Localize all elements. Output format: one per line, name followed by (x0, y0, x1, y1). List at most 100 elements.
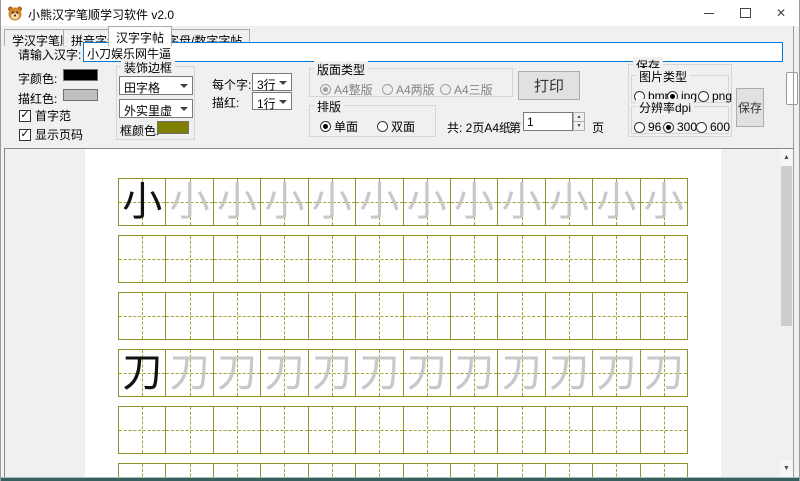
grid-cell (404, 293, 451, 339)
grid-cell (261, 407, 308, 453)
print-button[interactable]: 打印 (518, 71, 580, 100)
page-number-input[interactable]: 1 (523, 112, 573, 131)
frame-color-swatch[interactable] (157, 121, 189, 134)
grid-style-value: 田字格 (124, 81, 160, 95)
grid-cell: 小 (261, 179, 308, 225)
show-page-checkbox[interactable]: ✓ (19, 129, 31, 141)
app-bear-icon (7, 5, 23, 21)
grid-cell (309, 464, 356, 477)
vertical-scrollbar[interactable]: ▲ ▼ (780, 149, 793, 477)
scroll-up-icon: ▲ (783, 154, 790, 161)
radio-a4-three[interactable]: A4三版 (440, 81, 493, 98)
trace-character: 小 (309, 179, 355, 225)
scrollbar-thumb[interactable] (781, 166, 792, 326)
maximize-icon (740, 8, 751, 18)
maximize-button[interactable] (727, 0, 763, 26)
grid-cell (309, 236, 356, 282)
line-style-combobox[interactable]: 外实里虚 (119, 99, 193, 118)
show-page-checkbox-row[interactable]: ✓ 显示页码 (19, 126, 83, 143)
grid-cell: 刀 (261, 350, 308, 396)
line-style-value: 外实里虚 (124, 104, 172, 118)
grid-cell (214, 293, 261, 339)
check-icon: ✓ (20, 110, 29, 121)
grid-cell: 刀 (404, 350, 451, 396)
hanzi-input[interactable]: 小刀娱乐网牛逼 (83, 42, 783, 62)
worksheet-viewport: 小小小小小小小小小小小小刀刀刀刀刀刀刀刀刀刀刀刀 (4, 148, 794, 477)
grid-cell (546, 407, 593, 453)
radio-a4-two[interactable]: A4两版 (382, 81, 435, 98)
trace-character: 小 (593, 179, 639, 225)
page-number-stepper[interactable]: ▲ ▼ (573, 112, 585, 131)
grid-cell (214, 464, 261, 477)
grid-cell: 小 (214, 179, 261, 225)
frame-color-label: 框颜色: (120, 122, 159, 139)
trace-character: 小 (404, 179, 450, 225)
first-example-checkbox[interactable]: ✓ (19, 110, 31, 122)
trace-character: 刀 (214, 350, 260, 396)
grid-cell: 刀 (119, 350, 166, 396)
first-example-checkbox-row[interactable]: ✓ 首字范 (19, 107, 71, 124)
grid-cell: 刀 (309, 350, 356, 396)
grid-cell: 小 (166, 179, 213, 225)
grid-cell (641, 464, 687, 477)
grid-cell: 小 (356, 179, 403, 225)
radio-png[interactable]: png (698, 89, 732, 103)
grid-cell: 刀 (593, 350, 640, 396)
practice-row-empty (118, 292, 688, 340)
grid-cell (309, 293, 356, 339)
show-page-label: 显示页码 (35, 126, 83, 143)
radio-double-side[interactable]: 双面 (377, 118, 415, 135)
radio-a4-two-label: A4两版 (396, 81, 435, 98)
grid-cell: 刀 (641, 350, 687, 396)
tab-hanzi-copybook[interactable]: 汉字字帖 (108, 26, 172, 46)
grid-cell (641, 236, 687, 282)
radio-dpi-300[interactable]: 300 (663, 120, 697, 134)
practice-row-trace: 刀刀刀刀刀刀刀刀刀刀刀刀 (118, 349, 688, 397)
decor-border-group-title: 装饰边框 (121, 59, 175, 76)
radio-png-label: png (712, 89, 732, 103)
page-suffix-label: 页 (592, 119, 604, 136)
per-char-combobox[interactable]: 3行 (252, 73, 292, 91)
save-button[interactable]: 保存 (736, 88, 764, 127)
window-title: 小熊汉字笔顺学习软件 v2.0 (28, 6, 174, 23)
grid-cell (214, 407, 261, 453)
grid-cell: 刀 (451, 350, 498, 396)
radio-dpi-96[interactable]: 96 (634, 120, 661, 134)
trace-character: 小 (356, 179, 402, 225)
radio-a4-full[interactable]: A4整版 (320, 81, 373, 98)
grid-cell: 刀 (546, 350, 593, 396)
trace-character: 刀 (309, 350, 355, 396)
grid-cell (451, 464, 498, 477)
stepper-up-icon[interactable]: ▲ (574, 113, 584, 122)
char-color-swatch[interactable] (63, 69, 98, 81)
dpi-group-title: 分辨率dpi (636, 99, 694, 116)
trace-rows-combobox[interactable]: 1行 (252, 92, 292, 110)
grid-cell (498, 293, 545, 339)
grid-style-combobox[interactable]: 田字格 (119, 76, 193, 95)
radio-icon (440, 84, 451, 95)
trace-rows-label: 描红: (212, 94, 239, 111)
close-button[interactable]: ✕ (763, 0, 799, 26)
radio-icon (377, 121, 388, 132)
scroll-down-icon: ▼ (783, 465, 790, 472)
chevron-down-icon (279, 81, 287, 85)
radio-single-side[interactable]: 单面 (320, 118, 358, 135)
scroll-up-button[interactable]: ▲ (780, 149, 793, 166)
radio-dpi-300-label: 300 (677, 120, 697, 134)
trace-character: 刀 (546, 350, 592, 396)
right-edge-widget (786, 72, 798, 105)
minimize-icon (704, 13, 714, 14)
radio-icon (634, 122, 645, 133)
grid-cell (309, 407, 356, 453)
stepper-down-icon[interactable]: ▼ (574, 122, 584, 130)
trace-color-swatch[interactable] (63, 89, 98, 101)
total-pages-label: 共: 2页A4纸 (447, 119, 511, 136)
grid-cell: 小 (498, 179, 545, 225)
trace-character: 小 (498, 179, 544, 225)
title-bar: 小熊汉字笔顺学习软件 v2.0 ✕ (1, 0, 799, 26)
minimize-button[interactable] (691, 0, 727, 26)
grid-cell (498, 464, 545, 477)
char-color-label: 字颜色: (18, 70, 57, 87)
radio-dpi-600[interactable]: 600 (696, 120, 730, 134)
scroll-down-button[interactable]: ▼ (780, 460, 793, 477)
